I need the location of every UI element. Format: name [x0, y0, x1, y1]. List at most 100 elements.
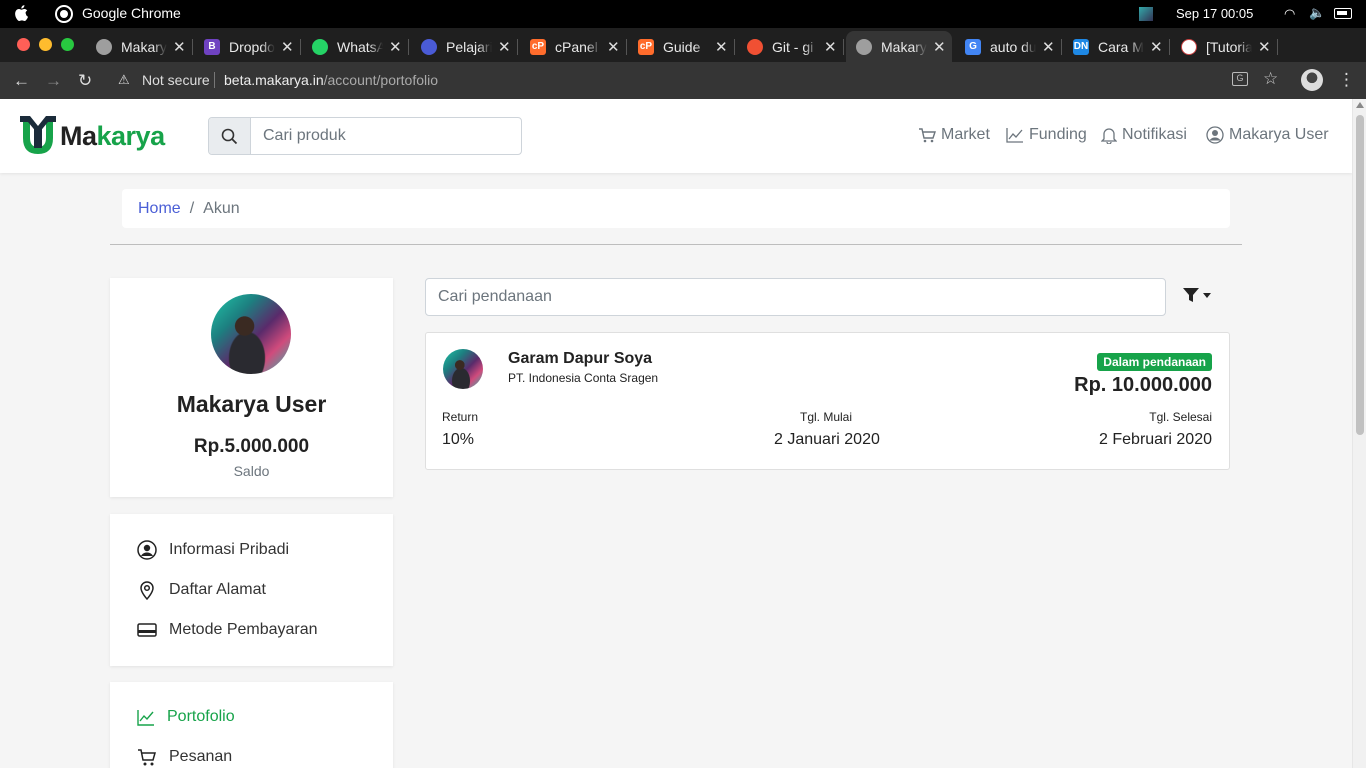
- saldo-label: Saldo: [233, 463, 270, 479]
- status-badge: Dalam pendanaan: [1097, 353, 1212, 371]
- page-scrollbar[interactable]: [1352, 99, 1366, 768]
- warning-icon[interactable]: ⚠: [118, 72, 130, 88]
- browser-tab[interactable]: cP Guide ✕: [628, 31, 735, 62]
- menu-portofolio-label: Portofolio: [167, 708, 235, 725]
- browser-tab[interactable]: Gauto du ✕: [955, 31, 1062, 62]
- nav-user[interactable]: Makarya User: [1206, 126, 1329, 144]
- funding-avatar: [443, 349, 483, 389]
- apple-icon[interactable]: [14, 5, 28, 21]
- minimize-window-button[interactable]: [39, 38, 52, 51]
- tab-close-icon[interactable]: ✕: [933, 38, 946, 56]
- tab-favicon-icon: [421, 38, 437, 55]
- tab-favicon-icon: DN: [1073, 38, 1089, 55]
- profile-avatar[interactable]: [1301, 69, 1323, 91]
- tab-label: Makarya: [121, 38, 167, 55]
- menu-daftar-alamat[interactable]: Daftar Alamat: [137, 580, 266, 600]
- funding-card[interactable]: Garam Dapur Soya PT. Indonesia Conta Sra…: [425, 332, 1230, 470]
- bookmark-star-icon[interactable]: ☆: [1263, 69, 1278, 89]
- tab-close-icon[interactable]: ✕: [1150, 38, 1163, 56]
- url-host: beta.makarya.in: [224, 72, 324, 88]
- forward-arrow-icon[interactable]: →: [45, 71, 62, 91]
- nav-market[interactable]: Market: [918, 126, 990, 144]
- reload-icon[interactable]: ↻: [78, 71, 92, 91]
- breadcrumb-home[interactable]: Home: [138, 200, 181, 218]
- browser-tab[interactable]: Makarya ✕: [846, 31, 952, 62]
- tab-label: WhatsApp: [337, 38, 383, 55]
- tab-close-icon[interactable]: ✕: [607, 38, 620, 56]
- chevron-down-icon: [1203, 292, 1211, 298]
- tab-separator: [843, 39, 844, 55]
- brand-name-green: karya: [96, 120, 166, 151]
- return-label: Return: [442, 410, 479, 424]
- account-menu: Informasi Pribadi Daftar Alamat Metode P…: [110, 514, 393, 666]
- battery-icon[interactable]: [1334, 8, 1352, 19]
- tab-label: Cara M: [1098, 38, 1144, 55]
- account-menu-secondary: Portofolio Pesanan: [110, 682, 393, 768]
- os-menu-bar: Google Chrome Sep 17 00:05 ◠ 🔈: [0, 0, 1366, 28]
- cart-icon: [919, 128, 936, 143]
- search-button[interactable]: [209, 118, 251, 154]
- tab-close-icon[interactable]: ✕: [1258, 38, 1271, 56]
- tab-label: auto du: [990, 38, 1036, 55]
- menu-metode-pembayaran[interactable]: Metode Pembayaran: [137, 620, 318, 640]
- scroll-up-icon[interactable]: [1356, 102, 1364, 108]
- breadcrumb-current: Akun: [203, 199, 240, 217]
- tab-separator: [517, 39, 518, 55]
- chart-trend-icon: [137, 710, 154, 726]
- browser-tab[interactable]: DN Cara M ✕: [1063, 31, 1170, 62]
- url-path: /account/portofolio: [323, 72, 439, 88]
- tab-favicon-icon: [747, 38, 763, 55]
- user-circle-icon: [137, 540, 157, 560]
- filter-dropdown[interactable]: [1183, 287, 1211, 303]
- browser-tab[interactable]: Git - gi ✕: [737, 31, 844, 62]
- more-menu-icon[interactable]: ⋮: [1338, 70, 1355, 90]
- browser-tab[interactable]: B Dropdown ✕: [194, 31, 301, 62]
- translate-icon[interactable]: G: [1232, 72, 1248, 86]
- tab-separator: [408, 39, 409, 55]
- saldo-value: Rp.5.000.000: [193, 436, 310, 457]
- app-name[interactable]: Google Chrome: [82, 5, 181, 21]
- security-indicator[interactable]: Not secure: [142, 72, 210, 88]
- system-clock[interactable]: Sep 17 00:05: [1176, 6, 1253, 21]
- tab-close-icon[interactable]: ✕: [1042, 38, 1055, 56]
- nav-notifikasi[interactable]: Notifikasi: [1101, 126, 1187, 144]
- tab-close-icon[interactable]: ✕: [281, 38, 294, 56]
- funding-name[interactable]: Garam Dapur Soya: [508, 350, 652, 368]
- tab-close-icon[interactable]: ✕: [498, 38, 511, 56]
- url-field[interactable]: beta.makarya.in/account/portofolio: [224, 72, 438, 88]
- menu-informasi-pribadi[interactable]: Informasi Pribadi: [137, 540, 289, 560]
- nav-funding[interactable]: Funding: [1006, 126, 1087, 144]
- browser-tab[interactable]: Pelajari ✕: [411, 31, 518, 62]
- tab-close-icon[interactable]: ✕: [824, 38, 837, 56]
- start-date-value: 2 Januari 2020: [774, 431, 880, 448]
- tab-separator: [734, 39, 735, 55]
- chrome-icon: [55, 5, 73, 23]
- browser-tab[interactable]: cP cPanel ✕: [520, 31, 627, 62]
- tab-close-icon[interactable]: ✕: [389, 38, 402, 56]
- scrollbar-thumb[interactable]: [1356, 115, 1364, 435]
- profile-name: Makarya User: [176, 391, 327, 417]
- back-arrow-icon[interactable]: ←: [13, 71, 30, 91]
- menu-pesanan[interactable]: Pesanan: [137, 748, 232, 766]
- wifi-icon[interactable]: ◠: [1284, 6, 1295, 22]
- makarya-logo[interactable]: Makarya: [20, 116, 165, 156]
- tray-app-icon[interactable]: [1139, 7, 1153, 21]
- close-window-button[interactable]: [17, 38, 30, 51]
- funding-search-input[interactable]: [425, 278, 1166, 316]
- browser-tab[interactable]: WhatsApp ✕: [302, 31, 409, 62]
- tab-close-icon[interactable]: ✕: [173, 38, 186, 56]
- menu-pembayaran-label: Metode Pembayaran: [169, 621, 318, 638]
- brand-name: Makarya: [60, 121, 165, 152]
- product-search-input[interactable]: [251, 118, 521, 154]
- breadcrumb-separator: /: [189, 199, 195, 217]
- funding-company: PT. Indonesia Conta Sragen: [508, 371, 659, 385]
- volume-icon[interactable]: 🔈: [1309, 5, 1325, 21]
- nav-funding-label: Funding: [1029, 126, 1087, 143]
- maximize-window-button[interactable]: [61, 38, 74, 51]
- browser-tab[interactable]: Makarya ✕: [86, 31, 193, 62]
- browser-tab[interactable]: [Tutorial ✕: [1171, 31, 1278, 62]
- tab-label: Makarya: [881, 38, 927, 55]
- menu-portofolio[interactable]: Portofolio: [137, 708, 235, 726]
- tab-close-icon[interactable]: ✕: [715, 38, 728, 56]
- breadcrumb: Home / Akun: [122, 189, 1230, 228]
